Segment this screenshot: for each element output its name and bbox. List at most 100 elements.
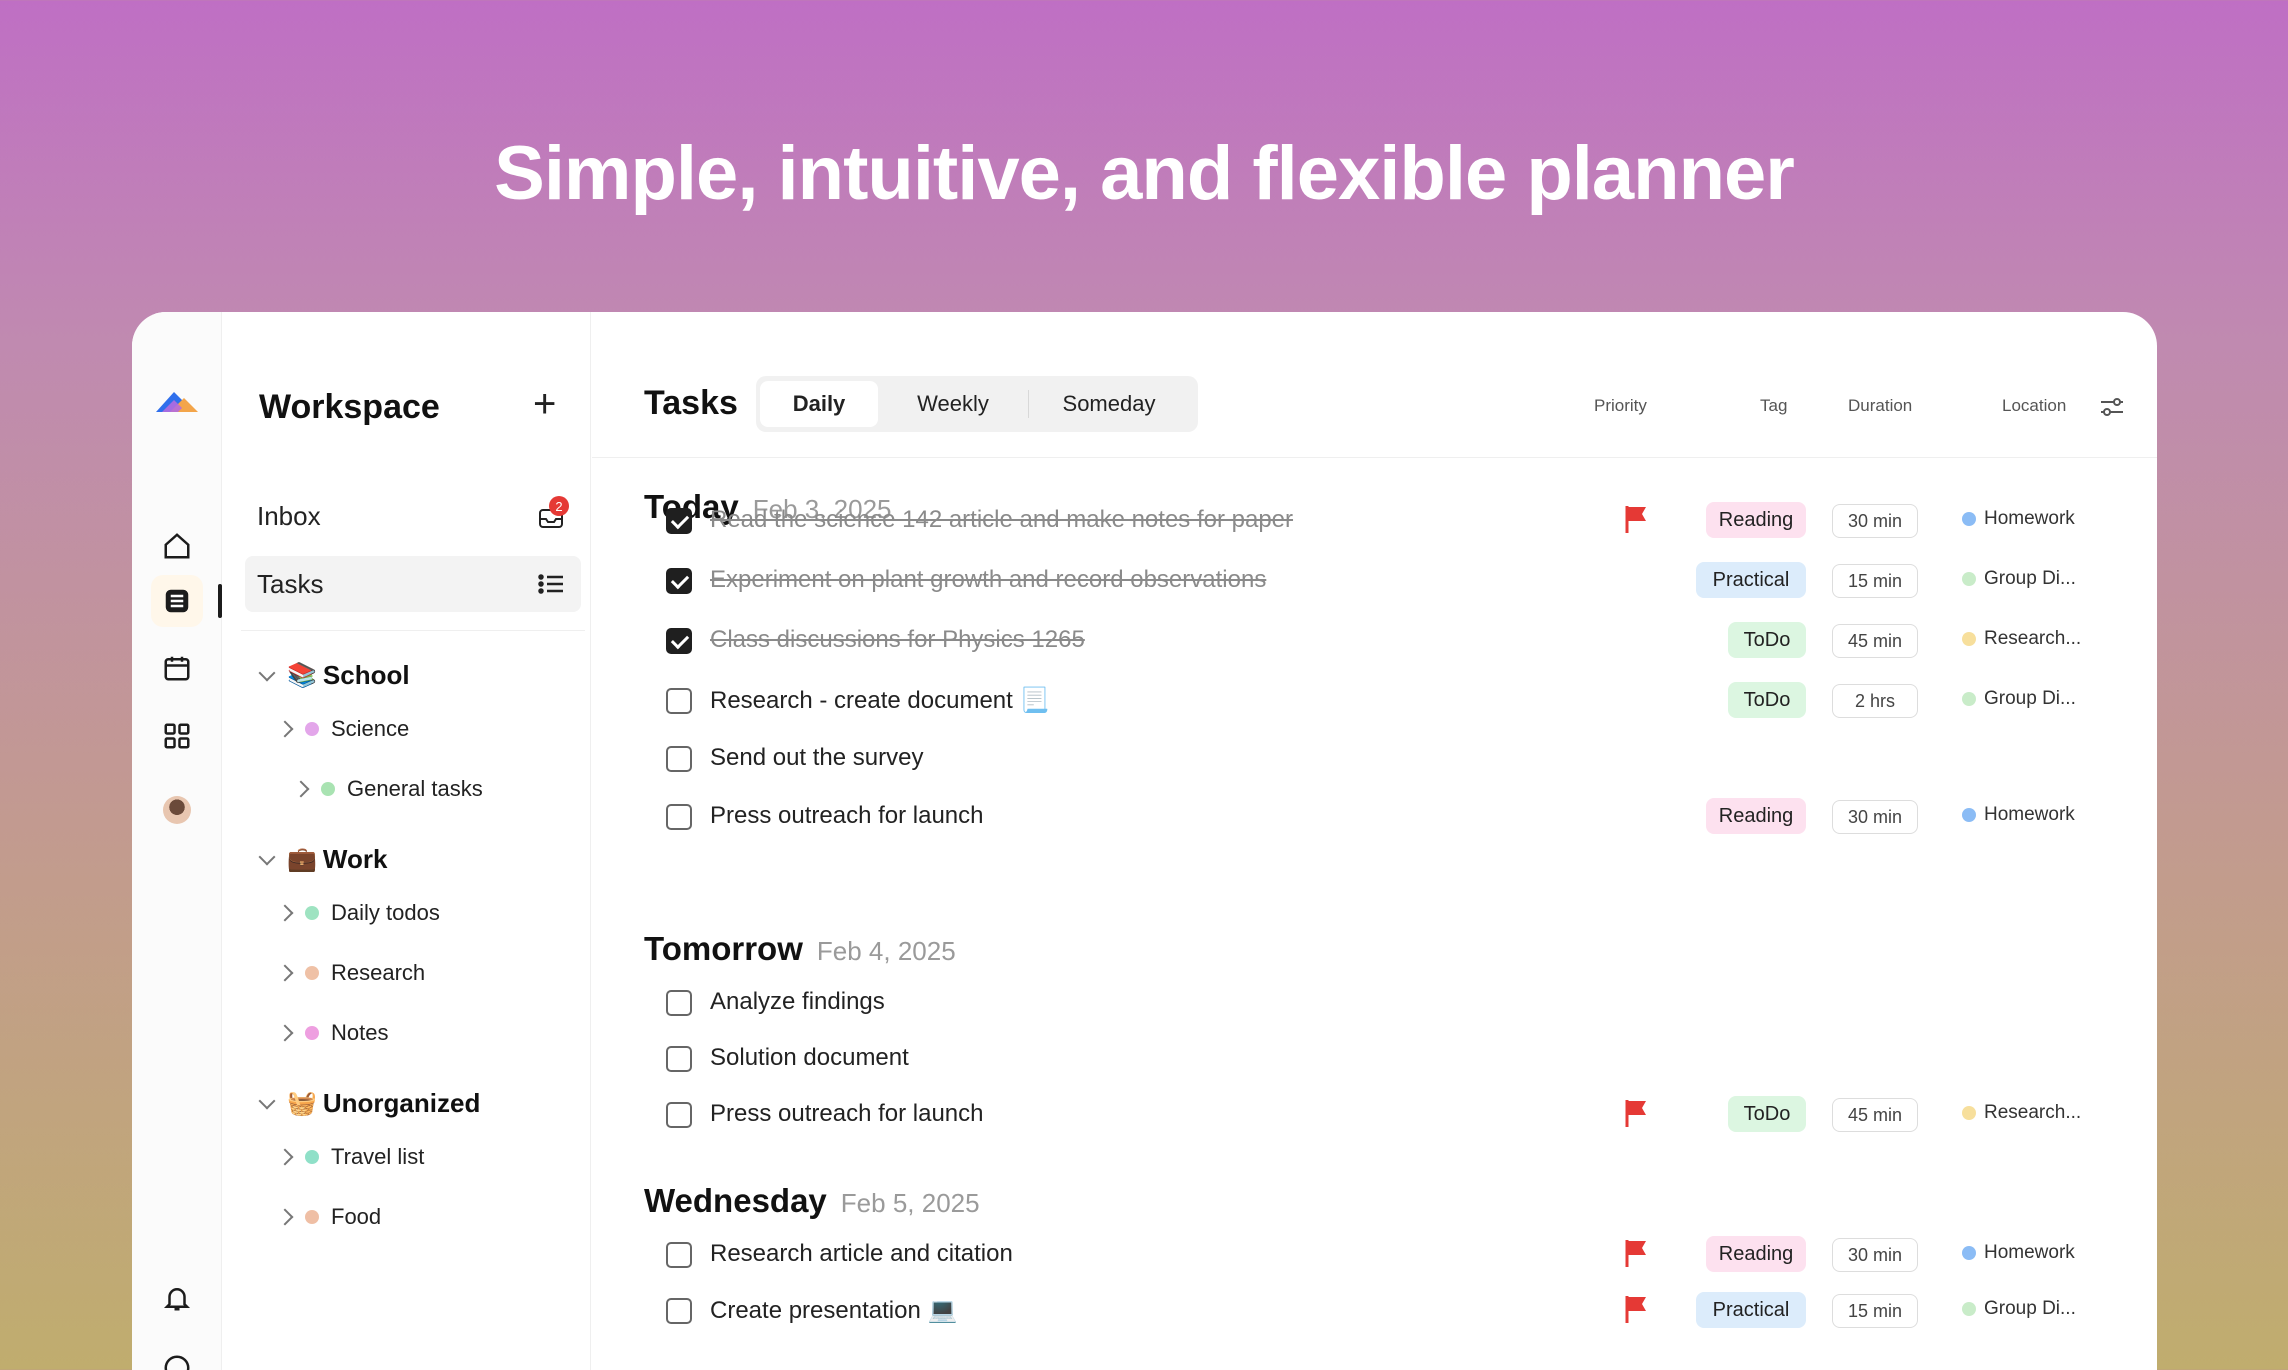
column-location[interactable]: Location (2002, 396, 2066, 416)
task-checkbox[interactable] (666, 1242, 692, 1268)
item-label: Research (331, 960, 426, 985)
task-row[interactable]: Press outreach for launch Reading 30 min Ho… (666, 792, 2157, 840)
group-work[interactable]: 💼 Work (258, 844, 387, 875)
task-row[interactable]: Read the science 142 article and make no… (666, 496, 2157, 544)
task-title[interactable]: Research - create document 📃 (710, 686, 1049, 715)
task-checkbox[interactable] (666, 990, 692, 1016)
task-row[interactable]: Create presentation 💻 Practical 15 min Grou… (666, 1286, 2157, 1334)
help-icon[interactable] (151, 1342, 203, 1370)
calendar-icon[interactable] (151, 642, 203, 694)
task-checkbox[interactable] (666, 688, 692, 714)
location-label[interactable]: Research... (1962, 1102, 2081, 1124)
tasks-nav-icon[interactable] (151, 575, 203, 627)
task-title[interactable]: Class discussions for Physics 1265 (710, 626, 1085, 654)
task-checkbox[interactable] (666, 1298, 692, 1324)
tab-someday[interactable]: Someday (1029, 381, 1189, 427)
task-checkbox[interactable] (666, 1046, 692, 1072)
duration-chip[interactable]: 45 min (1832, 624, 1918, 658)
tag-badge[interactable]: Reading (1706, 798, 1806, 834)
list-item-travel-list[interactable]: Travel list (276, 1144, 424, 1170)
task-title[interactable]: Send out the survey (710, 744, 923, 772)
headline: Simple, intuitive, and flexible planner (494, 131, 1795, 216)
location-label[interactable]: Homework (1962, 508, 2075, 530)
duration-chip[interactable]: 2 hrs (1832, 684, 1918, 718)
task-checkbox[interactable] (666, 508, 692, 534)
sidebar-item-tasks[interactable]: Tasks (245, 556, 581, 612)
task-checkbox[interactable] (666, 746, 692, 772)
location-dot (1962, 632, 1976, 646)
section-date: Feb 4, 2025 (816, 936, 956, 966)
task-title[interactable]: Experiment on plant growth and record ob… (710, 566, 1266, 594)
location-dot (1962, 1246, 1976, 1260)
add-workspace-button[interactable]: + (533, 382, 556, 427)
home-icon[interactable] (151, 520, 203, 572)
color-dot (305, 1026, 319, 1040)
task-title[interactable]: Analyze findings (710, 988, 885, 1016)
task-row[interactable]: Solution document (666, 1034, 2157, 1082)
task-row[interactable]: Research - create document 📃 ToDo 2 hrs Gro… (666, 676, 2157, 724)
location-label[interactable]: Group Di... (1962, 1298, 2076, 1320)
user-avatar[interactable] (163, 796, 191, 824)
bell-icon[interactable] (151, 1272, 203, 1324)
task-checkbox[interactable] (666, 568, 692, 594)
group-unorganized[interactable]: 🧺 Unorganized (258, 1088, 480, 1119)
tag-badge[interactable]: Reading (1706, 1236, 1806, 1272)
priority-flag-icon[interactable] (1622, 1238, 1650, 1268)
tag-badge[interactable]: ToDo (1728, 682, 1806, 718)
priority-flag-icon[interactable] (1622, 1294, 1650, 1324)
list-item-general-tasks[interactable]: General tasks (292, 776, 483, 802)
duration-chip[interactable]: 30 min (1832, 1238, 1918, 1272)
task-row[interactable]: Research article and citation Reading 30 m… (666, 1230, 2157, 1278)
duration-chip[interactable]: 15 min (1832, 1294, 1918, 1328)
task-title[interactable]: Read the science 142 article and make no… (710, 506, 1293, 534)
tab-daily[interactable]: Daily (760, 381, 878, 427)
priority-flag-icon[interactable] (1622, 1098, 1650, 1128)
task-title[interactable]: Press outreach for launch (710, 1100, 983, 1128)
task-row[interactable]: Experiment on plant growth and record ob… (666, 556, 2157, 604)
list-item-daily-todos[interactable]: Daily todos (276, 900, 440, 926)
tag-badge[interactable]: ToDo (1728, 622, 1806, 658)
sidebar-item-inbox[interactable]: Inbox 2 (245, 488, 581, 544)
group-school[interactable]: 📚 School (258, 660, 410, 691)
tag-badge[interactable]: Reading (1706, 502, 1806, 538)
location-label[interactable]: Group Di... (1962, 688, 2076, 710)
task-checkbox[interactable] (666, 1102, 692, 1128)
tab-weekly[interactable]: Weekly (878, 381, 1028, 427)
chevron-right-icon (276, 1148, 294, 1166)
filter-settings-icon[interactable] (2097, 392, 2127, 422)
location-label[interactable]: Homework (1962, 1242, 2075, 1264)
task-row[interactable]: Class discussions for Physics 1265 ToDo 45… (666, 616, 2157, 664)
task-row[interactable]: Send out the survey (666, 734, 2157, 782)
tag-badge[interactable]: Practical (1696, 562, 1806, 598)
location-label[interactable]: Group Di... (1962, 568, 2076, 590)
books-icon: 📚 (287, 662, 317, 689)
list-item-notes[interactable]: Notes (276, 1020, 388, 1046)
duration-chip[interactable]: 15 min (1832, 564, 1918, 598)
list-item-research[interactable]: Research (276, 960, 426, 986)
list-item-science[interactable]: Science (276, 716, 409, 742)
task-checkbox[interactable] (666, 804, 692, 830)
task-title[interactable]: Press outreach for launch (710, 802, 983, 830)
task-title[interactable]: Create presentation 💻 (710, 1296, 957, 1325)
column-priority[interactable]: Priority (1594, 396, 1647, 416)
duration-chip[interactable]: 30 min (1832, 800, 1918, 834)
list-item-food[interactable]: Food (276, 1204, 381, 1230)
color-dot (305, 906, 319, 920)
chevron-right-icon (276, 720, 294, 738)
task-row[interactable]: Analyze findings (666, 978, 2157, 1026)
column-duration[interactable]: Duration (1848, 396, 1912, 416)
task-title[interactable]: Solution document (710, 1044, 909, 1072)
location-label[interactable]: Homework (1962, 804, 2075, 826)
location-label[interactable]: Research... (1962, 628, 2081, 650)
task-row[interactable]: Press outreach for launch ToDo 45 min Resea… (666, 1090, 2157, 1138)
tag-badge[interactable]: Practical (1696, 1292, 1806, 1328)
tag-badge[interactable]: ToDo (1728, 1096, 1806, 1132)
duration-chip[interactable]: 30 min (1832, 504, 1918, 538)
duration-chip[interactable]: 45 min (1832, 1098, 1918, 1132)
priority-flag-icon[interactable] (1622, 504, 1650, 534)
apps-grid-icon[interactable] (151, 710, 203, 762)
task-checkbox[interactable] (666, 628, 692, 654)
column-tag[interactable]: Tag (1760, 396, 1787, 416)
location-text: Homework (1984, 1242, 2075, 1263)
task-title[interactable]: Research article and citation (710, 1240, 1013, 1268)
